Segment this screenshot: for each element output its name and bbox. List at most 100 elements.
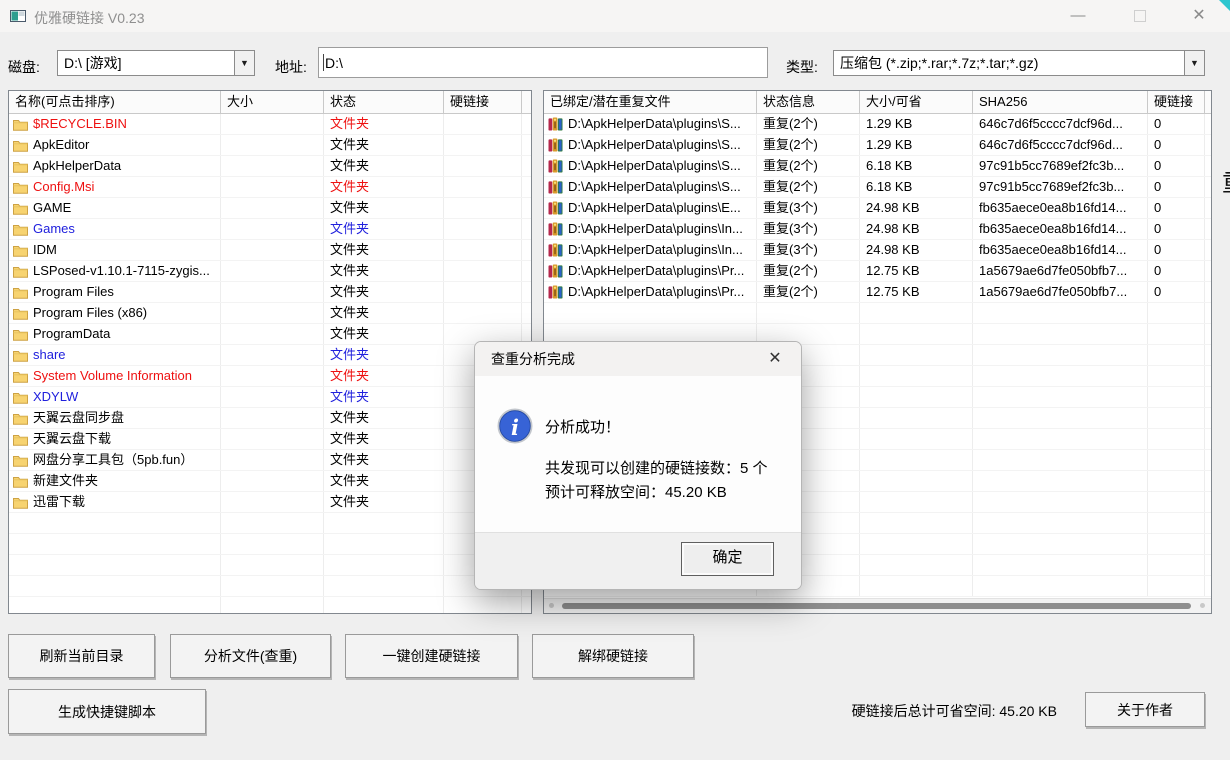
table-row[interactable]: LSPosed-v1.10.1-7115-zygis... 文件夹 [9,261,531,282]
table-row[interactable]: D:\ApkHelperData\plugins\S... 重复(2个) 6.1… [544,156,1211,177]
table-row[interactable]: D:\ApkHelperData\plugins\E... 重复(3个) 24.… [544,198,1211,219]
sha256-cell [973,450,1148,470]
folder-name-cell: Program Files [9,282,221,302]
table-row[interactable] [9,534,531,555]
table-row[interactable] [544,303,1211,324]
size-save-cell [860,408,973,428]
type-combobox-arrow[interactable]: ▼ [1184,51,1204,75]
table-row[interactable] [9,576,531,597]
filler-cell [1205,135,1211,155]
ok-button[interactable]: 确定 [681,542,774,576]
hardlink-count-cell: 0 [1148,135,1205,155]
filler-cell [522,156,531,176]
analyze-files-button[interactable]: 分析文件(查重) [170,634,331,678]
table-row[interactable]: XDYLW 文件夹 [9,387,531,408]
size-cell [221,114,324,134]
maximize-button[interactable] [1117,0,1163,32]
scroll-left-arrow-icon[interactable] [549,603,554,608]
table-row[interactable]: ApkEditor 文件夹 [9,135,531,156]
file-path-cell: D:\ApkHelperData\plugins\S... [544,114,757,134]
create-hardlinks-button[interactable]: 一键创建硬链接 [345,634,518,678]
dialog-close-button[interactable]: ✕ [759,342,791,376]
table-row[interactable]: 网盘分享工具包（5pb.fun） 文件夹 [9,450,531,471]
status-info-cell: 重复(2个) [757,114,860,134]
column-header-size-save[interactable]: 大小/可省 [860,91,973,113]
sha256-cell: 646c7d6f5cccc7dcf96d... [973,135,1148,155]
hardlink-count-cell [1148,324,1205,344]
column-header-size[interactable]: 大小 [221,91,324,113]
table-row[interactable]: 天翼云盘下载 文件夹 [9,429,531,450]
size-cell [221,366,324,386]
table-row[interactable]: D:\ApkHelperData\plugins\S... 重复(2个) 6.1… [544,177,1211,198]
size-cell [221,324,324,344]
column-header-statusinfo[interactable]: 状态信息 [757,91,860,113]
folder-name: LSPosed-v1.10.1-7115-zygis... [33,261,210,281]
address-input-value: D:\ [325,55,343,71]
table-row[interactable]: D:\ApkHelperData\plugins\In... 重复(3个) 24… [544,240,1211,261]
size-save-cell: 24.98 KB [860,219,973,239]
size-save-cell [860,513,973,533]
file-path-cell: D:\ApkHelperData\plugins\S... [544,177,757,197]
table-row[interactable]: D:\ApkHelperData\plugins\In... 重复(3个) 24… [544,219,1211,240]
table-row[interactable]: Program Files 文件夹 [9,282,531,303]
column-header-name[interactable]: 名称(可点击排序) [9,91,221,113]
refresh-directory-button[interactable]: 刷新当前目录 [8,634,155,678]
folder-name-cell: share [9,345,221,365]
folder-name-cell: IDM [9,240,221,260]
type-combobox[interactable]: 压缩包 (*.zip;*.rar;*.7z;*.tar;*.gz) ▼ [833,50,1205,76]
sha256-cell [973,534,1148,554]
column-header-hardlink[interactable]: 硬链接 [1148,91,1205,113]
folder-list-header: 名称(可点击排序) 大小 状态 硬链接 [9,91,531,114]
sha256-cell [973,429,1148,449]
table-row[interactable] [9,555,531,576]
table-row[interactable] [9,513,531,534]
about-author-button[interactable]: 关于作者 [1085,692,1205,727]
table-row[interactable]: ApkHelperData 文件夹 [9,156,531,177]
table-row[interactable]: D:\ApkHelperData\plugins\S... 重复(2个) 1.2… [544,135,1211,156]
column-header-status[interactable]: 状态 [324,91,444,113]
table-row[interactable]: Games 文件夹 [9,219,531,240]
column-header-filler [1205,91,1211,113]
column-header-path[interactable]: 已绑定/潜在重复文件 [544,91,757,113]
folder-name-cell [9,534,221,554]
table-row[interactable]: Config.Msi 文件夹 [9,177,531,198]
unbind-hardlinks-button[interactable]: 解绑硬链接 [532,634,694,678]
column-header-hardlink[interactable]: 硬链接 [444,91,522,113]
hardlink-count-cell [1148,576,1205,596]
archive-file-icon [548,264,563,278]
scroll-right-arrow-icon[interactable] [1200,603,1205,608]
filler-cell [522,261,531,281]
generate-script-button[interactable]: 生成快捷键脚本 [8,689,206,734]
table-row[interactable]: 天翼云盘同步盘 文件夹 [9,408,531,429]
minimize-button[interactable]: — [1055,0,1101,32]
scrollbar-thumb[interactable] [562,603,1191,609]
table-row[interactable]: D:\ApkHelperData\plugins\Pr... 重复(2个) 12… [544,282,1211,303]
table-row[interactable]: ProgramData 文件夹 [9,324,531,345]
sha256-cell: 97c91b5cc7689ef2fc3b... [973,156,1148,176]
table-row[interactable]: System Volume Information 文件夹 [9,366,531,387]
archive-file-icon [548,222,563,236]
table-row[interactable]: Program Files (x86) 文件夹 [9,303,531,324]
folder-name: 新建文件夹 [33,471,98,491]
table-row[interactable]: D:\ApkHelperData\plugins\S... 重复(2个) 1.2… [544,114,1211,135]
close-button[interactable]: ✕ [1176,0,1222,32]
folder-name: IDM [33,240,57,260]
disk-combobox[interactable]: D:\ [游戏] ▼ [57,50,255,76]
table-row[interactable]: 新建文件夹 文件夹 [9,471,531,492]
folder-name: 网盘分享工具包（5pb.fun） [33,450,193,470]
column-header-sha256[interactable]: SHA256 [973,91,1148,113]
table-row[interactable]: $RECYCLE.BIN 文件夹 [9,114,531,135]
disk-combobox-arrow[interactable]: ▼ [234,51,254,75]
folder-name: Program Files (x86) [33,303,147,323]
hardlink-count-cell [1148,408,1205,428]
table-row[interactable]: 迅雷下载 文件夹 [9,492,531,513]
address-input[interactable]: D:\ [318,47,768,78]
table-row[interactable]: IDM 文件夹 [9,240,531,261]
table-row[interactable] [9,597,531,613]
filler-cell [522,219,531,239]
table-row[interactable]: D:\ApkHelperData\plugins\Pr... 重复(2个) 12… [544,261,1211,282]
hardlink-count-cell: 0 [1148,177,1205,197]
table-row[interactable]: GAME 文件夹 [9,198,531,219]
horizontal-scrollbar[interactable] [544,598,1211,613]
table-row[interactable]: share 文件夹 [9,345,531,366]
